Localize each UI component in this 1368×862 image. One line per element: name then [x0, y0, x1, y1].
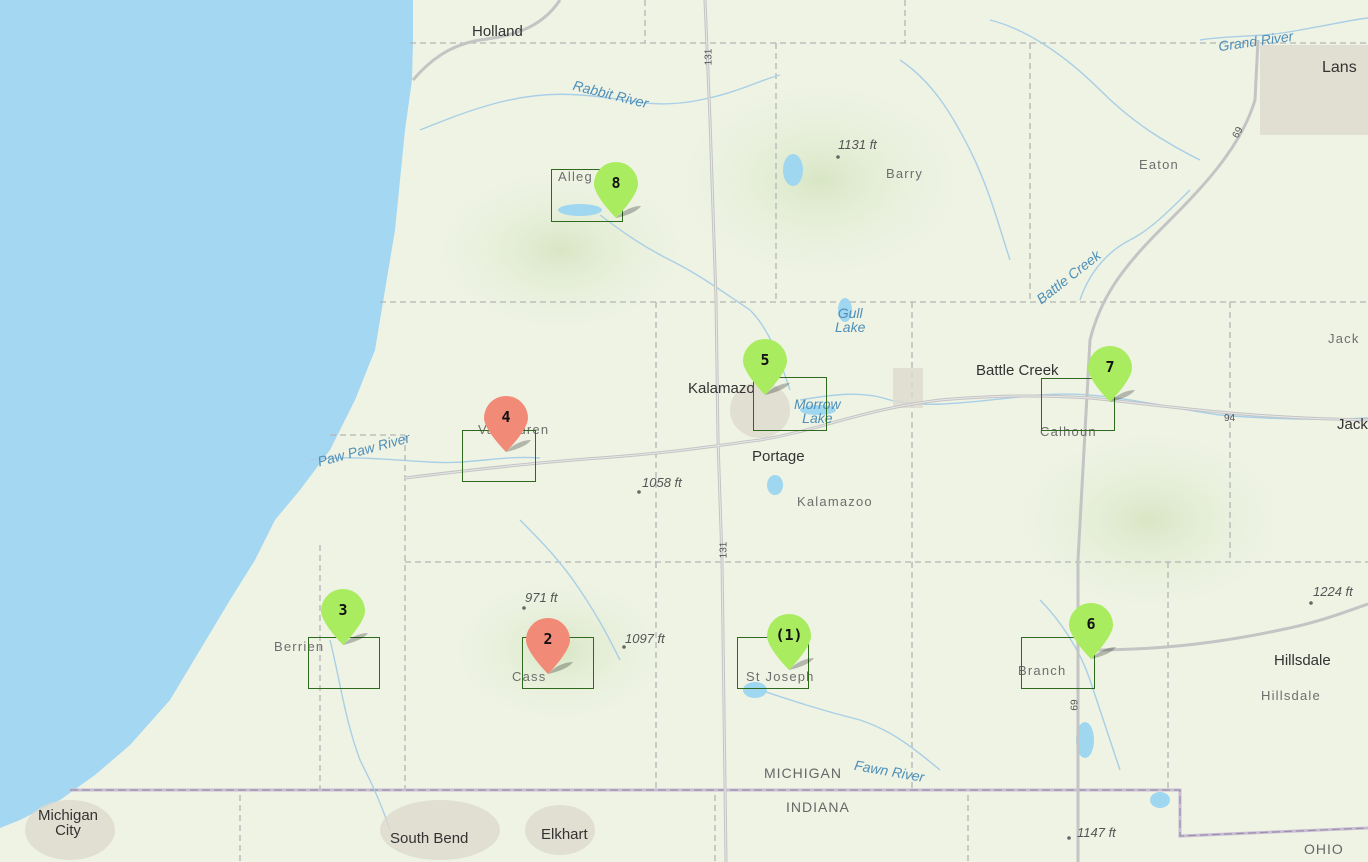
marker-pin-icon [767, 614, 814, 670]
state-label: INDIANA [786, 799, 850, 815]
map-marker-5[interactable]: 5 [742, 339, 790, 395]
elevation-label: 971 ft [525, 590, 558, 605]
marker-pin-icon [484, 396, 531, 452]
map-marker-8[interactable]: 8 [593, 162, 641, 218]
city-label: Holland [472, 23, 523, 40]
marker-pin-icon [526, 618, 573, 674]
county-label: Barry [886, 166, 924, 181]
city-label: Battle Creek [976, 362, 1059, 379]
state-label: MICHIGAN [764, 765, 842, 781]
city-label: Lans [1322, 59, 1357, 76]
county-label: Kalamazoo [797, 494, 873, 509]
city-label: Jack [1328, 331, 1360, 346]
map-canvas[interactable]: Holland Lans Kalamazo Battle Creek Porta… [0, 0, 1368, 862]
elevation-label: 1058 ft [642, 475, 682, 490]
marker-label: 6 [1086, 615, 1096, 633]
city-label: Hillsdale [1274, 652, 1331, 669]
highway-shield: 131 [703, 48, 715, 66]
map-marker-1[interactable]: (1) [766, 614, 814, 670]
map-marker-4[interactable]: 4 [483, 396, 531, 452]
marker-label: (1) [775, 626, 803, 644]
map-marker-3[interactable]: 3 [320, 589, 368, 645]
marker-label: 5 [760, 351, 770, 369]
city-label: Elkhart [541, 826, 588, 843]
map-marker-7[interactable]: 7 [1087, 346, 1135, 402]
basemap [0, 0, 1368, 862]
marker-label: 8 [611, 174, 621, 192]
city-label: Jack [1337, 416, 1368, 433]
city-label: Michigan City [38, 807, 99, 839]
marker-label: 2 [543, 630, 553, 648]
elevation-label: 1097 ft [625, 631, 665, 646]
marker-pin-icon [594, 162, 641, 218]
county-label: Hillsdale [1261, 688, 1321, 703]
highway-shield: 94 [1224, 413, 1236, 424]
map-marker-6[interactable]: 6 [1068, 603, 1116, 659]
city-label: South Bend [390, 830, 469, 847]
elevation-label: 1131 ft [838, 137, 877, 152]
county-label: Eaton [1139, 157, 1179, 172]
highway-shield: 131 [718, 541, 730, 559]
marker-pin-icon [743, 339, 790, 395]
marker-pin-icon [321, 589, 368, 645]
lake-label: Gull Lake [835, 305, 866, 335]
elevation-label: 1147 ft [1077, 825, 1116, 840]
state-label: OHIO [1304, 841, 1344, 857]
marker-label: 3 [338, 601, 348, 619]
elevation-label: 1224 ft [1313, 584, 1353, 599]
map-marker-2[interactable]: 2 [525, 618, 573, 674]
marker-label: 4 [501, 408, 511, 426]
marker-pin-icon [1088, 346, 1135, 402]
city-label: Portage [752, 448, 805, 465]
marker-label: 7 [1105, 358, 1115, 376]
highway-shield: 69 [1069, 699, 1081, 711]
marker-pin-icon [1069, 603, 1116, 659]
